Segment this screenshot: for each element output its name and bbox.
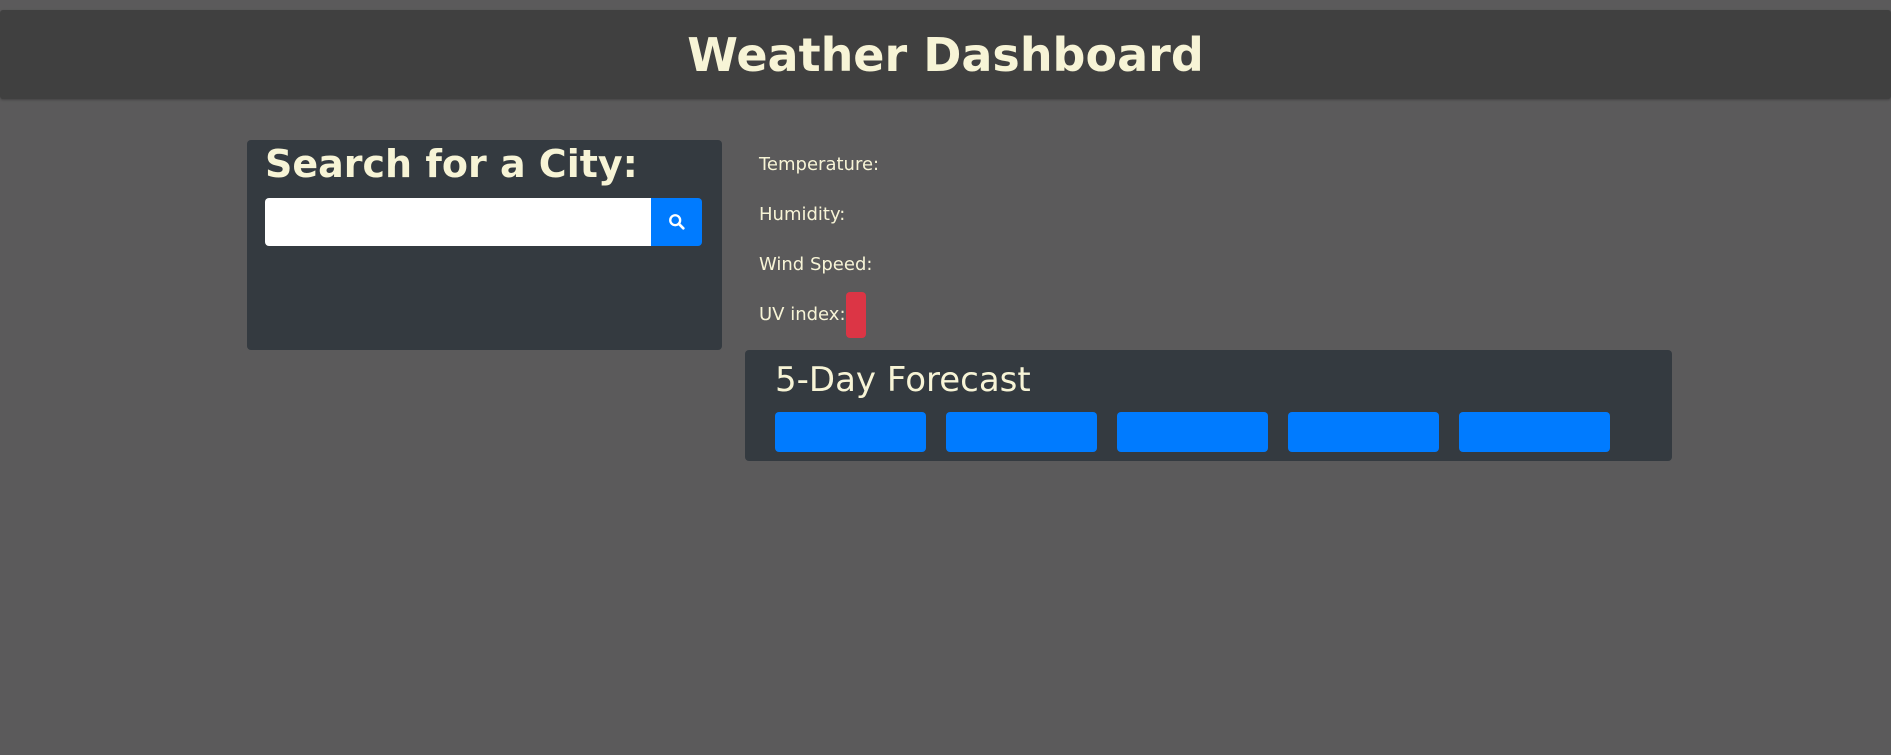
humidity-label: Humidity: [759, 204, 846, 225]
uv-index-badge [845, 292, 866, 338]
forecast-card-day-2 [946, 412, 1097, 452]
search-button[interactable] [651, 198, 702, 246]
page-title: Weather Dashboard [687, 27, 1204, 82]
search-panel: Search for a City: [247, 140, 722, 350]
forecast-cards [775, 412, 1610, 452]
search-icon [668, 214, 685, 230]
current-weather: Temperature: Humidity: Wind Speed: UV in… [759, 140, 879, 340]
search-heading: Search for a City: [265, 142, 638, 186]
forecast-heading: 5-Day Forecast [775, 360, 1031, 400]
uv-index-row: UV index: [759, 290, 879, 340]
city-search-input[interactable] [265, 198, 651, 246]
forecast-card-day-5 [1459, 412, 1610, 452]
forecast-card-day-1 [775, 412, 926, 452]
forecast-card-day-4 [1288, 412, 1439, 452]
forecast-card-day-3 [1117, 412, 1268, 452]
humidity-row: Humidity: [759, 190, 879, 240]
wind-speed-label: Wind Speed: [759, 254, 873, 275]
forecast-panel: 5-Day Forecast [745, 350, 1672, 461]
temperature-row: Temperature: [759, 140, 879, 190]
uv-index-label: UV index: [759, 304, 846, 325]
header-bar: Weather Dashboard [0, 10, 1891, 99]
search-row [265, 198, 702, 246]
wind-speed-row: Wind Speed: [759, 240, 879, 290]
temperature-label: Temperature: [759, 154, 880, 175]
